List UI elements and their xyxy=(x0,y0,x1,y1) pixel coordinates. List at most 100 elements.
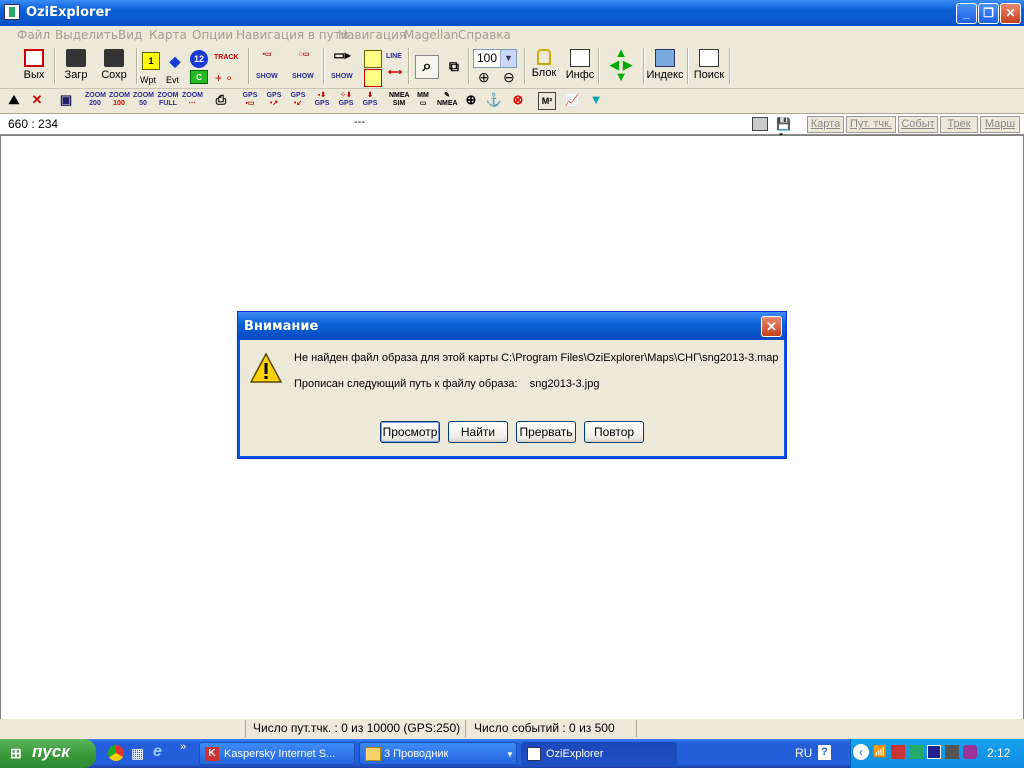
zoom-select-button[interactable]: ZOOM ⋯ xyxy=(182,92,203,110)
exit-icon xyxy=(24,49,44,67)
chevron-down-icon[interactable]: ▼ xyxy=(500,50,516,67)
show-waypoints-icon[interactable]: ▪▭ xyxy=(254,51,280,69)
exit-button[interactable]: Вых xyxy=(20,47,48,85)
retry-button[interactable]: Повтор xyxy=(584,421,644,443)
task-oziexplorer[interactable]: OziExplorer xyxy=(521,742,677,765)
browse-button[interactable]: Просмотр xyxy=(380,421,440,443)
search-button[interactable]: Поиск xyxy=(690,47,728,85)
map-tool-red-icon[interactable]: ✕ xyxy=(28,92,46,110)
network-icon[interactable]: 📶 xyxy=(873,745,887,759)
show-track-icon[interactable]: SHOW xyxy=(256,73,278,80)
filter-icon[interactable]: ▼ xyxy=(587,92,605,110)
index-button[interactable]: Индекс xyxy=(645,47,685,85)
lock-button[interactable]: Блок xyxy=(528,47,560,85)
toolbar-separator xyxy=(54,48,56,84)
dialog-close-button[interactable]: ✕ xyxy=(761,316,782,337)
zoom-full-button[interactable]: ZOOM FULL xyxy=(157,92,179,110)
language-indicator[interactable]: RU xyxy=(795,746,812,760)
menu-navigation[interactable]: Навигация xyxy=(338,28,406,42)
save-button[interactable]: Сохр xyxy=(98,47,130,85)
menu-view[interactable]: Вид xyxy=(118,28,142,42)
gps-upload-route[interactable]: GPS •↗ xyxy=(264,92,284,110)
add-track-icon[interactable]: + ∘ xyxy=(215,71,233,85)
gps-download-track[interactable]: ⬇ GPS xyxy=(360,92,380,110)
app-icon[interactable] xyxy=(4,4,20,20)
zoom-combobox[interactable]: 100 ▼ xyxy=(473,49,517,68)
abort-button[interactable]: Прервать xyxy=(516,421,576,443)
show-routes-icon[interactable]: SHOW xyxy=(292,73,314,80)
measure-icon[interactable] xyxy=(364,69,382,87)
zoom-200-button[interactable]: ZOOM 200 xyxy=(85,92,106,110)
windows-icon[interactable]: ▣ xyxy=(57,92,75,110)
close-button[interactable]: ✕ xyxy=(1000,3,1021,24)
lifebuoy-icon[interactable]: ⊗ xyxy=(509,92,527,110)
help-icon[interactable]: ? xyxy=(818,745,831,760)
zoom-in-icon[interactable]: ⊕ xyxy=(478,69,490,86)
find-button[interactable]: Найти xyxy=(448,421,508,443)
zoom-100-button[interactable]: ZOOM 100 xyxy=(109,92,130,110)
zoom-out-icon[interactable]: ⊖ xyxy=(503,69,515,86)
minimize-button[interactable]: _ xyxy=(956,3,977,24)
pan-arrows-icon[interactable]: ▲ ◀ ▶ ▼ xyxy=(602,46,640,85)
print-icon[interactable]: ⎙ xyxy=(212,92,230,110)
info-button[interactable]: Инфс xyxy=(565,47,595,85)
comment-icon[interactable]: C xyxy=(190,70,208,84)
load-button[interactable]: Загр xyxy=(60,47,92,85)
chart-icon[interactable]: 📈 xyxy=(562,92,582,110)
tray-device-icon[interactable] xyxy=(945,745,959,759)
tray-media-icon[interactable] xyxy=(963,745,977,759)
monitor-icon[interactable] xyxy=(927,745,941,759)
save-dropdown-icon[interactable]: 💾⬇ xyxy=(776,117,800,145)
menu-map[interactable]: Карта xyxy=(149,28,187,42)
nmea-sim-button[interactable]: NMEA SIM xyxy=(389,92,410,110)
gps-upload-waypoints[interactable]: GPS ▪▭ xyxy=(240,92,260,110)
menu-file[interactable]: Файл xyxy=(17,28,50,42)
chevron-down-icon: ▼ xyxy=(506,750,514,759)
tab-tracks[interactable]: Трек xyxy=(940,116,978,133)
tab-events[interactable]: Событ xyxy=(898,116,938,133)
area-m2-button[interactable]: M² xyxy=(538,92,556,110)
overview-icon[interactable]: ⧉ xyxy=(444,57,464,77)
chrome-icon[interactable] xyxy=(108,745,124,761)
track-label[interactable]: TRACK xyxy=(214,54,239,61)
tray-app-icon[interactable] xyxy=(909,745,923,759)
menu-moving-nav[interactable]: Навигация в пути xyxy=(236,28,349,42)
restore-button[interactable]: ❐ xyxy=(978,3,999,24)
show-names-label[interactable]: SHOW xyxy=(331,73,353,80)
crosshair-icon[interactable]: ⊕ xyxy=(462,92,480,110)
nmea-button[interactable]: ✎ NMEA xyxy=(437,92,458,110)
tray-collapse-icon[interactable]: ‹ xyxy=(853,744,869,760)
menu-select[interactable]: Выделить xyxy=(55,28,118,42)
map-tool-icon[interactable]: ⛰ xyxy=(5,92,23,110)
tab-waypoints[interactable]: Пут. тчк. xyxy=(846,116,896,133)
menu-magellan[interactable]: Magellan xyxy=(404,28,458,42)
gps-download-route[interactable]: ⁘⬇ GPS xyxy=(336,92,356,110)
status-panel-empty xyxy=(0,720,246,737)
menu-options[interactable]: Опции xyxy=(192,28,233,42)
gps-download-waypoints[interactable]: ▪⬇ GPS xyxy=(312,92,332,110)
event-diamond-icon[interactable]: ◆ xyxy=(166,53,184,71)
desktop-icon[interactable]: ▦ xyxy=(131,745,147,761)
map-list-icon[interactable] xyxy=(364,50,382,68)
task-kaspersky[interactable]: K Kaspersky Internet S... xyxy=(199,742,355,765)
tab-routes[interactable]: Марш xyxy=(980,116,1020,133)
kaspersky-tray-icon[interactable] xyxy=(891,745,905,759)
picture-icon[interactable] xyxy=(752,117,768,131)
zoom-50-button[interactable]: ZOOM 50 xyxy=(133,92,154,110)
distance-icon[interactable]: ⟷ xyxy=(386,68,404,87)
menu-help[interactable]: Справка xyxy=(458,28,511,42)
line-label[interactable]: LINE xyxy=(386,53,402,60)
show-events-icon[interactable]: ○▭ xyxy=(290,51,318,69)
task-explorer[interactable]: 3 Проводник ▼ xyxy=(359,742,517,765)
show-names-icon[interactable]: ▭▸ xyxy=(330,49,354,69)
waypoint-icon[interactable]: 1 xyxy=(142,52,160,70)
start-button[interactable]: ⊞ пуск xyxy=(0,739,96,768)
gps-upload-track[interactable]: GPS •↙ xyxy=(288,92,308,110)
moving-map-button[interactable]: MM ▭ xyxy=(413,92,433,110)
anchor-icon[interactable]: ⚓ xyxy=(485,92,503,110)
ie-icon[interactable]: e xyxy=(153,743,169,760)
magnify-icon[interactable]: ⌕ xyxy=(415,55,439,79)
route-number-icon[interactable]: 12 xyxy=(190,50,208,68)
tab-map[interactable]: Карта xyxy=(807,116,844,133)
more-quicklaunch-icon[interactable]: » xyxy=(180,741,186,753)
